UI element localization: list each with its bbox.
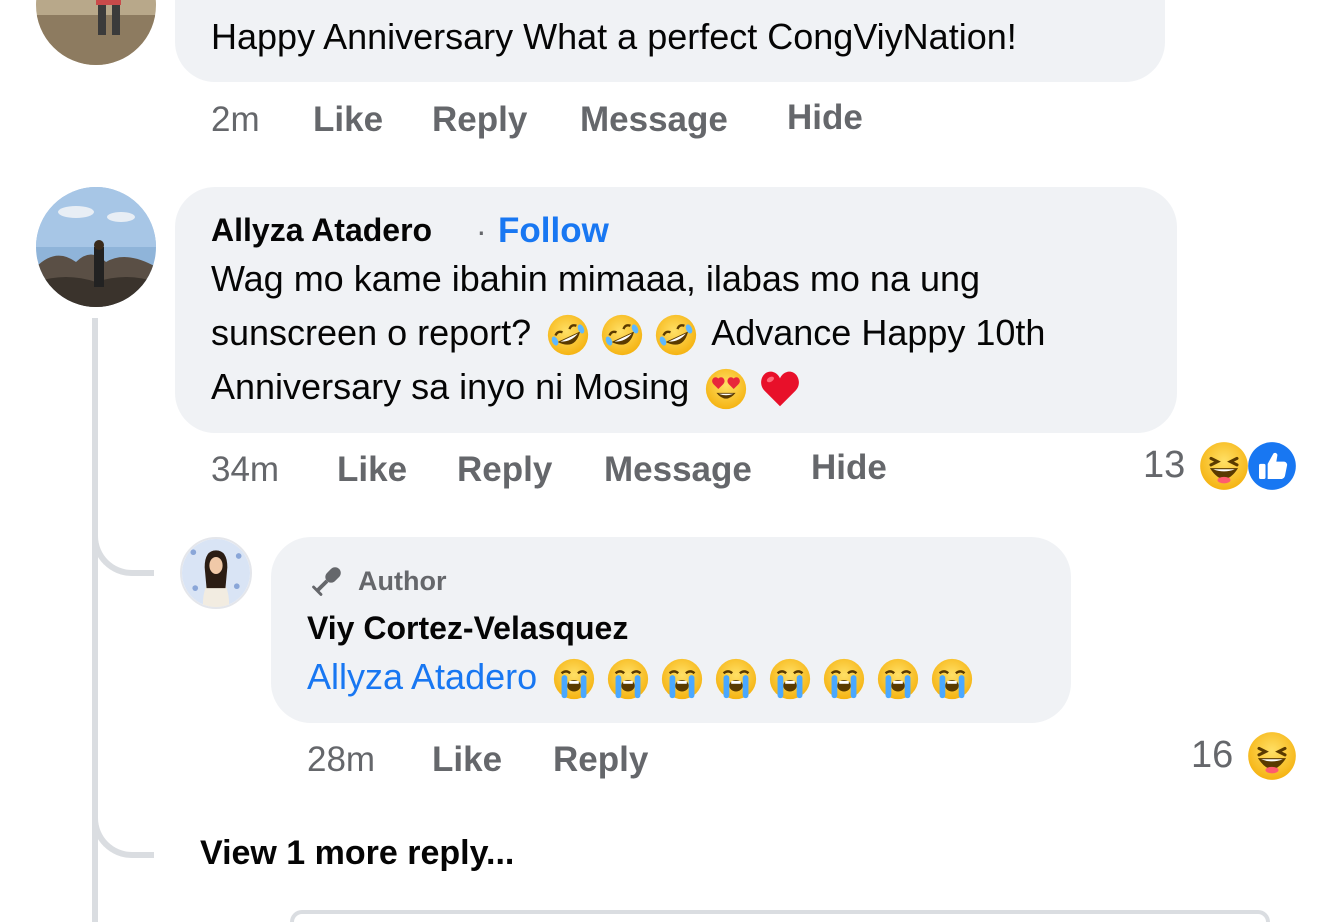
comment-2-line-3: Anniversary sa inyo ni Mosing [211, 360, 807, 414]
reply-1-time: 28m [307, 740, 376, 779]
loudly-crying-emoji [659, 656, 705, 702]
loudly-crying-emoji [713, 656, 759, 702]
rolling-on-floor-laughing-emoji [545, 312, 591, 358]
loudly-crying-emoji [605, 656, 651, 702]
comment-2-line-2-end: Advance Happy 10th [711, 312, 1046, 353]
comment-1-time: 2m [211, 100, 260, 139]
thread-connector-reply [92, 470, 154, 576]
loudly-crying-emoji [551, 656, 597, 702]
comment-2-line-1: Wag mo kame ibahin mimaaa, ilabas mo na … [211, 258, 981, 299]
commenter-name-allyza[interactable]: Allyza Atadero [211, 212, 432, 249]
loudly-crying-emoji [767, 656, 813, 702]
thread-connector-view-more [92, 760, 154, 858]
reply-1-text: Allyza Atadero [307, 650, 979, 704]
comment-2-time: 34m [211, 450, 280, 489]
author-badge-label: Author [358, 565, 447, 596]
comment-1-like-button[interactable]: Like [313, 100, 383, 140]
reply-1-reaction-count[interactable]: 16 [1191, 734, 1233, 777]
comment-2-line-3-start: Anniversary sa inyo ni Mosing [211, 366, 690, 407]
haha-reaction-icon [1198, 440, 1250, 492]
loudly-crying-emoji [875, 656, 921, 702]
heart-eyes-emoji [703, 366, 749, 412]
view-more-replies-link[interactable]: View 1 more reply... [200, 834, 514, 873]
loudly-crying-emoji [929, 656, 975, 702]
avatar-allyza-atadero[interactable] [36, 187, 156, 307]
reply-author-name[interactable]: Viy Cortez-Velasquez [307, 610, 628, 647]
red-heart-emoji [757, 366, 803, 412]
reply-1-like-button[interactable]: Like [432, 740, 502, 780]
follow-button[interactable]: Follow [498, 211, 609, 251]
haha-reaction-icon [1246, 730, 1298, 782]
next-comment-bubble-edge [290, 910, 1270, 922]
comment-2-like-button[interactable]: Like [337, 450, 407, 490]
comment-2-line-2-start: sunscreen o report? [211, 312, 532, 353]
like-reaction-icon [1246, 440, 1298, 492]
comment-1-text: Happy Anniversary What a perfect CongViy… [211, 16, 1017, 57]
comment-2-hide-button[interactable]: Hide [811, 448, 887, 488]
microphone-icon [312, 567, 341, 596]
avatar-commenter-1[interactable] [36, 0, 156, 65]
rolling-on-floor-laughing-emoji [653, 312, 699, 358]
comment-1-hide-button[interactable]: Hide [787, 98, 863, 138]
author-badge: Author [308, 562, 446, 600]
comment-2-message-button[interactable]: Message [604, 450, 752, 490]
comment-2-reply-button[interactable]: Reply [457, 450, 552, 490]
avatar-viy-cortez-velasquez[interactable] [180, 537, 252, 609]
loudly-crying-emoji [821, 656, 867, 702]
mention-allyza-atadero[interactable]: Allyza Atadero [307, 656, 537, 697]
comment-2-line-2: sunscreen o report? Advance Happy 10th [211, 306, 1045, 360]
comment-1-message-button[interactable]: Message [580, 100, 728, 140]
reply-1-reply-button[interactable]: Reply [553, 740, 648, 780]
comment-1-reply-button[interactable]: Reply [432, 100, 527, 140]
rolling-on-floor-laughing-emoji [599, 312, 645, 358]
name-separator: · [476, 213, 487, 249]
comment-2-reaction-count[interactable]: 13 [1143, 444, 1185, 487]
